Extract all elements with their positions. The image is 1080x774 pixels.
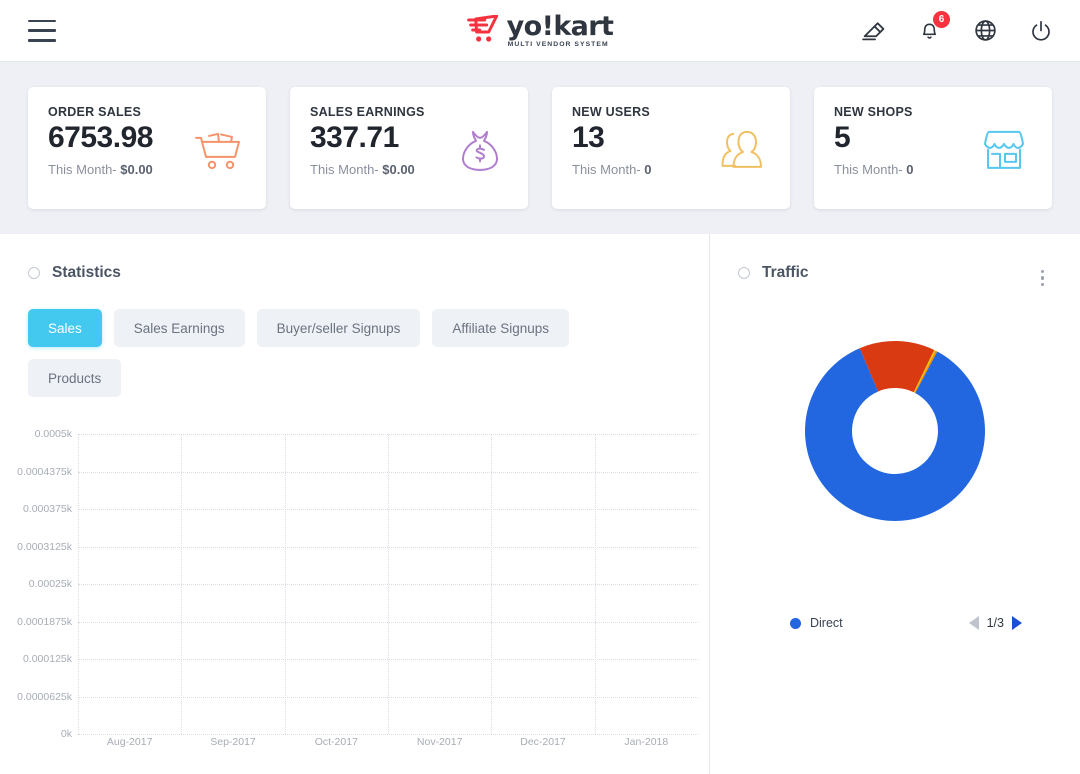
stat-card-title: SALES EARNINGS xyxy=(310,105,508,119)
chart-y-tick-label: 0.0004375k xyxy=(17,466,72,478)
stat-cards-band: ORDER SALES 6753.98 This Month- $0.00 SA… xyxy=(0,62,1080,234)
traffic-legend-row: Direct 1/3 xyxy=(710,616,1080,630)
donut-slice-label: 13.6% xyxy=(862,401,895,413)
tab-products[interactable]: Products xyxy=(28,359,121,397)
stat-card-sales-earnings[interactable]: SALES EARNINGS 337.71 This Month- $0.00 xyxy=(290,87,528,209)
chart-x-tick-label: Oct-2017 xyxy=(315,736,358,748)
statistics-panel: Statistics Sales Sales Earnings Buyer/se… xyxy=(0,234,710,774)
legend-color-dot xyxy=(790,618,801,629)
chart-x-axis: Aug-2017 Sep-2017 Oct-2017 Nov-2017 Dec-2017… xyxy=(78,736,698,760)
chart-y-tick-label: 0.0005k xyxy=(35,428,72,440)
chart-plot-area xyxy=(78,434,698,734)
eraser-icon[interactable] xyxy=(860,18,886,44)
money-bag-icon xyxy=(452,126,508,174)
sales-line-chart: 0.0005k0.0004375k0.000375k0.0003125k0.00… xyxy=(0,434,710,774)
chart-x-tick-label: Sep-2017 xyxy=(210,736,256,748)
statistics-title: Statistics xyxy=(52,264,121,282)
users-icon xyxy=(714,126,770,174)
dashboard-panels: Statistics Sales Sales Earnings Buyer/se… xyxy=(0,234,1080,774)
chart-y-tick-label: 0.000375k xyxy=(23,503,72,515)
header-icon-group: 6 xyxy=(860,18,1054,44)
chart-y-tick-label: 0.0001875k xyxy=(17,616,72,628)
chart-gridline-vertical xyxy=(78,434,79,734)
chart-y-tick-label: 0k xyxy=(61,728,72,740)
triangle-left-icon[interactable] xyxy=(969,616,979,630)
traffic-pager: 1/3 xyxy=(969,616,1022,630)
chart-y-tick-label: 0.0003125k xyxy=(17,541,72,553)
stat-sub-prefix: This Month- xyxy=(310,162,382,177)
stat-card-title: ORDER SALES xyxy=(48,105,246,119)
traffic-donut-chart: 85.8% 13.6% xyxy=(710,334,1080,564)
chart-gridline-vertical xyxy=(285,434,286,734)
chart-gridline-vertical xyxy=(388,434,389,734)
stat-card-order-sales[interactable]: ORDER SALES 6753.98 This Month- $0.00 xyxy=(28,87,266,209)
chart-gridline-vertical xyxy=(595,434,596,734)
stat-sub-value: $0.00 xyxy=(120,162,153,177)
stat-sub-prefix: This Month- xyxy=(572,162,644,177)
statistics-header: Statistics xyxy=(0,234,709,282)
traffic-header: Traffic xyxy=(710,234,1080,282)
traffic-panel: Traffic 85.8% 13.6% Direct 1/3 xyxy=(710,234,1080,774)
traffic-title: Traffic xyxy=(762,264,809,282)
logo-wordmark: yo!kart xyxy=(507,13,614,40)
tab-sales-earnings[interactable]: Sales Earnings xyxy=(114,309,245,347)
circle-bullet-icon xyxy=(738,267,750,279)
legend-label: Direct xyxy=(810,616,843,630)
chart-y-axis: 0.0005k0.0004375k0.000375k0.0003125k0.00… xyxy=(0,434,78,734)
chart-y-tick-label: 0.00025k xyxy=(29,578,72,590)
hamburger-menu-icon[interactable] xyxy=(28,20,56,42)
stat-sub-prefix: This Month- xyxy=(834,162,906,177)
chart-y-tick-label: 0.000125k xyxy=(23,653,72,665)
tab-buyer-seller-signups[interactable]: Buyer/seller Signups xyxy=(257,309,421,347)
tab-affiliate-signups[interactable]: Affiliate Signups xyxy=(432,309,569,347)
pager-current: 1/3 xyxy=(987,616,1004,630)
statistics-tabs: Sales Sales Earnings Buyer/seller Signup… xyxy=(0,282,640,397)
stat-card-new-users[interactable]: NEW USERS 13 This Month- 0 xyxy=(552,87,790,209)
kebab-menu-icon[interactable] xyxy=(1041,270,1044,286)
app-logo[interactable]: yo!kart MULTI VENDOR SYSTEM xyxy=(467,13,614,49)
legend-item-direct[interactable]: Direct xyxy=(790,616,843,630)
dashboard-page: yo!kart MULTI VENDOR SYSTEM 6 xyxy=(0,0,1080,774)
chart-gridline-vertical xyxy=(181,434,182,734)
stat-sub-value: 0 xyxy=(906,162,913,177)
stat-card-title: NEW USERS xyxy=(572,105,770,119)
circle-bullet-icon xyxy=(28,267,40,279)
chart-y-tick-label: 0.0000625k xyxy=(17,691,72,703)
shop-icon xyxy=(976,126,1032,174)
stat-sub-value: $0.00 xyxy=(382,162,415,177)
app-header: yo!kart MULTI VENDOR SYSTEM 6 xyxy=(0,0,1080,62)
chart-x-tick-label: Aug-2017 xyxy=(107,736,153,748)
stat-card-new-shops[interactable]: NEW SHOPS 5 This Month- 0 xyxy=(814,87,1052,209)
shopping-cart-icon xyxy=(190,126,246,174)
stat-sub-value: 0 xyxy=(644,162,651,177)
chart-gridline-horizontal xyxy=(78,734,698,735)
triangle-right-icon[interactable] xyxy=(1012,616,1022,630)
donut-chart-svg[interactable] xyxy=(798,334,992,528)
power-icon[interactable] xyxy=(1028,18,1054,44)
logo-tagline: MULTI VENDOR SYSTEM xyxy=(507,42,609,49)
globe-icon[interactable] xyxy=(972,18,998,44)
stat-card-title: NEW SHOPS xyxy=(834,105,1032,119)
bell-icon[interactable]: 6 xyxy=(916,18,942,44)
chart-x-tick-label: Dec-2017 xyxy=(520,736,566,748)
chart-gridline-vertical xyxy=(491,434,492,734)
notification-badge: 6 xyxy=(933,11,950,28)
tab-sales[interactable]: Sales xyxy=(28,309,102,347)
chart-x-tick-label: Jan-2018 xyxy=(624,736,668,748)
stat-sub-prefix: This Month- xyxy=(48,162,120,177)
donut-slice-label: 85.8% xyxy=(737,439,770,451)
shopping-cart-logo-icon xyxy=(467,15,501,45)
chart-x-tick-label: Nov-2017 xyxy=(417,736,463,748)
